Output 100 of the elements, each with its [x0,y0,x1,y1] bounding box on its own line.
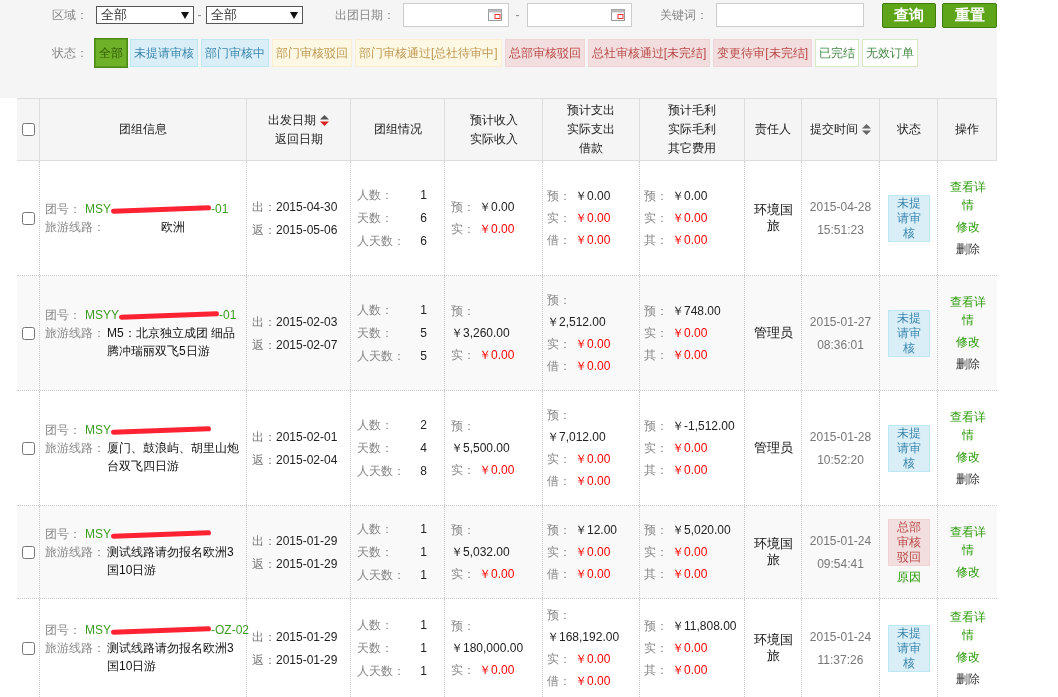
group-number-label: 团号： [45,201,82,218]
date-prefix: 出： [252,628,276,646]
count-label: 人天数： [357,663,406,680]
status-filter-chip[interactable]: 变更待审[未完结] [713,39,812,67]
action-link[interactable]: 修改 [955,218,980,236]
route-label: 旅游线路： [45,325,106,342]
action-link[interactable]: 删除 [955,240,980,258]
action-link[interactable]: 修改 [955,333,980,351]
amount-label: 预： [451,521,476,539]
count-label: 天数： [357,210,394,227]
count-label: 天数： [357,325,394,342]
date-field[interactable] [403,3,509,27]
amount-label: 其： [644,461,668,479]
group-number[interactable]: -01 [211,200,229,218]
action-link[interactable]: 修改 [955,448,980,466]
group-number[interactable]: -01 [219,306,237,324]
column-header: 返回日期 [274,130,323,148]
keyword-field[interactable] [715,3,864,27]
row-checkbox[interactable] [21,441,35,455]
date-value: 2015-02-03 [276,313,338,331]
status-filter-chip[interactable]: 已完结 [815,39,859,67]
group-number[interactable]: MSY [85,200,111,218]
calendar-icon[interactable] [610,9,625,21]
amount-label: 预： [547,521,571,539]
date-value: 2015-01-29 [276,532,338,550]
action-link[interactable]: 查看详情 [946,178,989,214]
amount-value: ￥7,012.00 [547,428,607,446]
row-checkbox[interactable] [21,211,35,225]
amount-value: ￥0.00 [672,639,708,657]
row-checkbox[interactable] [21,326,35,340]
reason-link[interactable]: 原因 [896,567,921,586]
owner-name: 环境国旅 [753,632,793,664]
separator: - [514,7,521,24]
amount-value: ￥0.00 [479,220,515,238]
column-header: 团组情况 [373,121,422,138]
count-label: 人数： [357,302,394,319]
amount-value: ￥0.00 [575,672,611,690]
sort-icon[interactable] [320,114,329,126]
select-all-checkbox[interactable] [21,123,35,136]
date-prefix: 返： [252,336,276,354]
date-value: 2015-05-06 [276,221,338,239]
action-link[interactable]: 删除 [955,355,980,373]
status-filter-chip[interactable]: 总社审核通过[未完结] [587,39,711,67]
column-header: 借款 [579,140,603,157]
action-link[interactable]: 修改 [955,563,980,581]
region-select[interactable]: 全部 [205,6,304,24]
action-link[interactable]: 查看详情 [946,293,989,329]
amount-label: 借： [547,565,571,583]
submit-time: 15:51:23 [817,221,864,239]
date-field[interactable] [526,3,632,27]
amount-value: ￥12.00 [575,521,618,539]
date-value: 2015-02-04 [276,451,338,469]
amount-label: 实： [547,450,571,468]
date-prefix: 返： [252,555,276,573]
column-header: 出发日期 [268,111,316,129]
amount-label: 其： [644,231,668,249]
column-header: 预计收入 [469,111,518,129]
action-link[interactable]: 查看详情 [946,523,989,559]
status-filter-chip[interactable]: 部门审核中 [201,39,269,67]
amount-value: ￥0.00 [575,472,611,490]
amount-label: 预： [644,302,668,320]
amount-label: 借： [547,672,571,690]
status-filter-chip[interactable]: 部门审核驳回 [272,39,352,67]
route-label: 旅游线路： [45,440,106,457]
caret-icon [290,11,299,19]
status-badge: 总部审核驳回 [887,518,930,566]
amount-label: 预： [451,617,476,635]
group-number[interactable]: MSY [85,525,111,543]
route-label: 旅游线路： [45,640,106,657]
group-number[interactable]: MSY [85,421,111,439]
action-link[interactable]: 查看详情 [946,608,989,644]
search-button[interactable]: 查询 [881,2,937,28]
amount-value: ￥168,192.00 [547,628,621,646]
calendar-icon[interactable] [487,9,502,21]
amount-label: 借： [547,357,571,375]
group-number[interactable]: -OZ-02 [211,621,250,639]
status-filter-chip[interactable]: 总部审核驳回 [504,39,585,67]
group-number[interactable]: MSY [85,621,111,639]
row-checkbox[interactable] [21,545,35,559]
status-filter-chip[interactable]: 无效订单 [862,39,918,67]
reset-button[interactable]: 重置 [942,2,998,28]
amount-value: ￥0.00 [672,231,708,249]
route-name: M5：北京独立成团 细品腾冲瑞丽双飞5日游 [107,325,236,360]
region-select[interactable]: 全部 [96,6,194,24]
sort-icon[interactable] [862,124,871,135]
status-filter-chip[interactable]: 未提请审核 [130,39,198,67]
amount-value: ￥0.00 [672,187,708,205]
group-number[interactable]: MSYY [85,306,119,324]
row-checkbox[interactable] [21,641,35,655]
action-link[interactable]: 删除 [955,470,980,488]
status-filter-chip[interactable]: 全部 [95,39,127,67]
count-label: 人天数： [357,567,406,584]
amount-label: 其： [644,565,668,583]
action-link[interactable]: 查看详情 [946,408,989,444]
status-filter-chip[interactable]: 部门审核通过[总社待审中] [355,39,502,67]
action-link[interactable]: 删除 [955,670,980,688]
amount-label: 实： [644,543,668,561]
amount-value: ￥0.00 [672,324,708,342]
submit-date: 2015-01-27 [809,313,872,331]
action-link[interactable]: 修改 [955,648,980,666]
